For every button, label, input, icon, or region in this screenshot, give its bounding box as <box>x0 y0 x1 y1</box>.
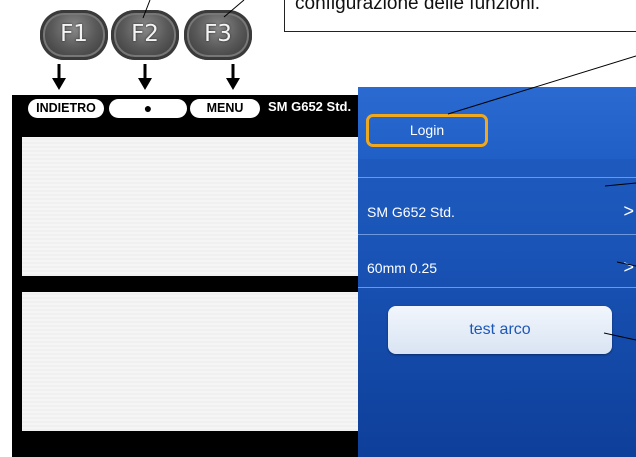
down-arrow-icon <box>138 64 152 90</box>
leader-line <box>604 182 636 187</box>
annotation-arrows <box>52 0 636 341</box>
leader-line <box>142 0 151 19</box>
down-arrow-icon <box>226 64 240 90</box>
leader-line <box>223 0 245 18</box>
leader-line <box>447 55 636 115</box>
down-arrow-icon <box>52 64 66 90</box>
leader-line <box>616 261 636 267</box>
leader-line <box>603 332 636 341</box>
